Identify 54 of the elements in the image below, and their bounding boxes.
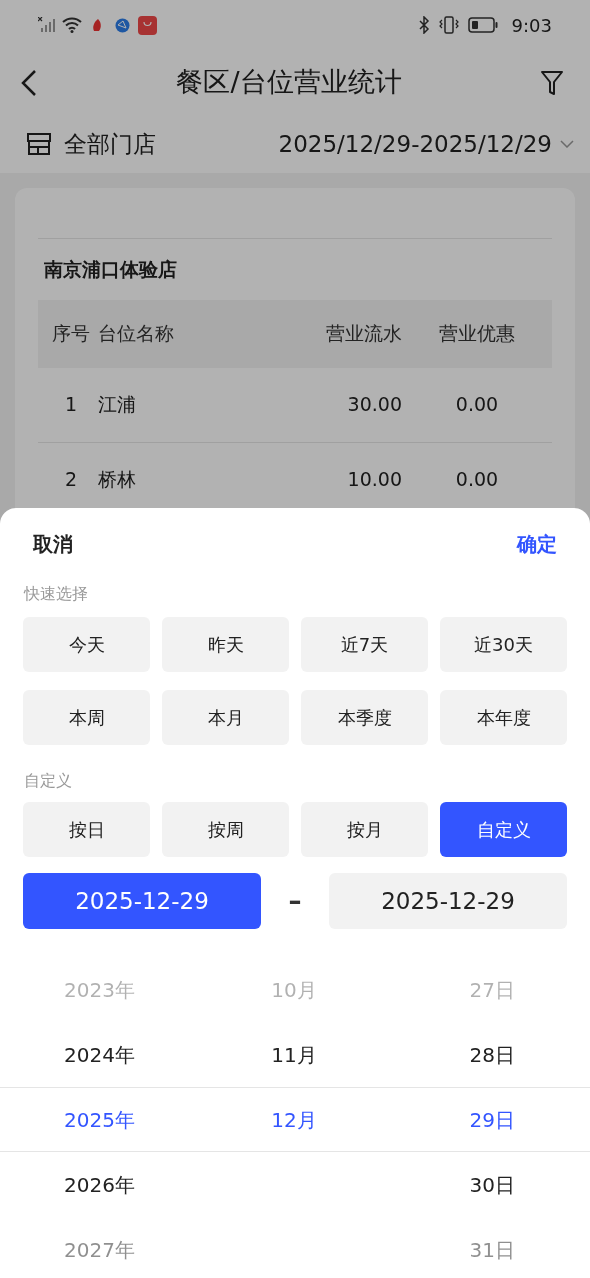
vibrate-icon [437, 16, 460, 34]
picker-item[interactable]: 30日 [392, 1152, 515, 1217]
confirm-button[interactable]: 确定 [517, 529, 557, 559]
column-header: 序号 [51, 321, 91, 347]
picker-item[interactable]: 2026年 [64, 1152, 196, 1217]
picker-item[interactable]: 2025年 [64, 1087, 196, 1152]
back-icon[interactable] [20, 68, 38, 97]
table-cell-text: 10.00 [346, 467, 402, 493]
table-cell-text: 30.00 [346, 392, 402, 418]
option-button[interactable]: 按月 [301, 802, 428, 857]
chevron-down-icon [560, 140, 574, 148]
section-label: 自定义 [23, 770, 73, 792]
table-cell-text: 江浦 [98, 392, 137, 418]
store-icon [26, 132, 52, 156]
picker-item[interactable]: 28日 [392, 1022, 515, 1087]
cancel-button[interactable]: 取消 [33, 529, 73, 559]
store-name: 南京浦口体验店 [43, 257, 178, 282]
date-field[interactable]: 2025-12-29 [23, 873, 261, 929]
column-header: 营业优惠 [438, 321, 516, 347]
date-field[interactable]: 2025-12-29 [329, 873, 567, 929]
option-button[interactable]: 自定义 [440, 802, 567, 857]
battery-icon [467, 17, 498, 33]
date-range-selector[interactable]: 2025/12/29-2025/12/29 [278, 126, 552, 162]
table-cell-text: 2 [63, 467, 79, 493]
option-button[interactable]: 按周 [162, 802, 289, 857]
option-button[interactable]: 近7天 [301, 617, 428, 672]
signal-icon [38, 17, 56, 33]
table-cell-text: 0.00 [454, 392, 500, 418]
table-cell-text: 桥林 [98, 467, 137, 493]
picker-item[interactable]: 12月 [196, 1087, 392, 1152]
column-header: 营业流水 [325, 321, 402, 347]
bluetooth-icon [417, 16, 430, 34]
store-selector[interactable]: 全部门店 [64, 126, 156, 162]
option-button[interactable]: 近30天 [440, 617, 567, 672]
option-button[interactable]: 按日 [23, 802, 150, 857]
wifi-icon [62, 17, 82, 33]
option-button[interactable]: 本月 [162, 690, 289, 745]
section-label: 快速选择 [22, 583, 89, 605]
option-button[interactable]: 今天 [23, 617, 150, 672]
table-cell-text: 0.00 [454, 467, 500, 493]
table-cell-text: 1 [63, 392, 79, 418]
option-button[interactable]: 本季度 [301, 690, 428, 745]
filter-icon[interactable] [540, 69, 564, 96]
picker-item[interactable]: 11月 [196, 1022, 392, 1087]
option-button[interactable]: 本周 [23, 690, 150, 745]
picker-item[interactable]: 29日 [392, 1087, 515, 1152]
page-title: 餐区/台位营业统计 [176, 65, 402, 100]
status-time: 9:03 [511, 13, 552, 38]
picker-item[interactable]: 2024年 [64, 1022, 196, 1087]
option-button[interactable]: 昨天 [162, 617, 289, 672]
column-header: 台位名称 [98, 321, 175, 347]
option-button[interactable]: 本年度 [440, 690, 567, 745]
app-icon [138, 15, 157, 35]
range-separator: – [287, 884, 303, 918]
